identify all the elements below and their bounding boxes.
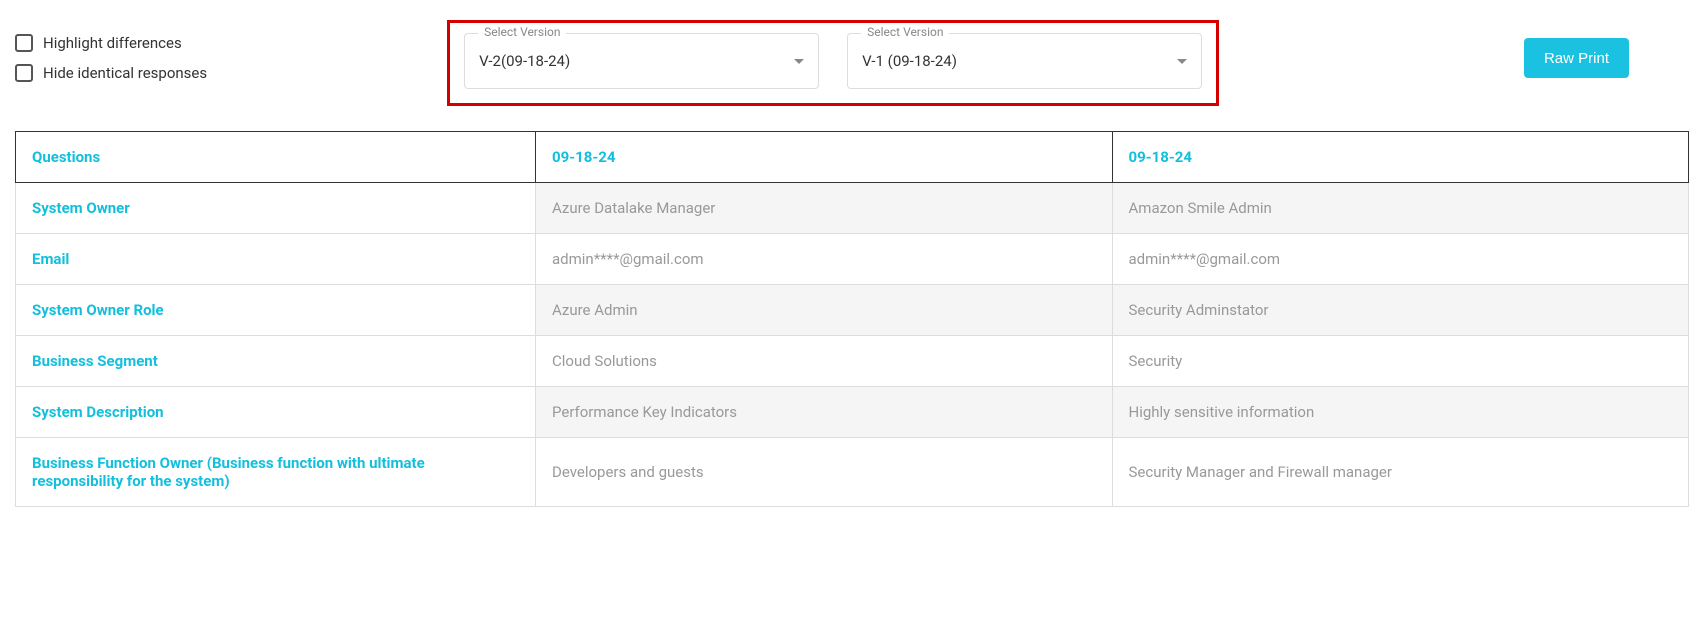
version-b-select[interactable]: V-1 (09-18-24) [847,33,1202,89]
value-a-cell: admin****@gmail.com [536,234,1113,285]
checkbox-icon [15,34,33,52]
hide-identical-label: Hide identical responses [43,64,207,82]
comparison-table-body: System Owner Azure Datalake Manager Amaz… [16,183,1689,507]
select-version-a-label: Select Version [478,25,566,39]
value-b-cell: Highly sensitive information [1112,387,1689,438]
header-version-a: 09-18-24 [536,132,1113,183]
version-a-value: V-2(09-18-24) [479,52,570,70]
value-b-cell: Amazon Smile Admin [1112,183,1689,234]
hide-identical-checkbox[interactable]: Hide identical responses [15,64,207,82]
raw-print-button[interactable]: Raw Print [1524,38,1629,78]
question-cell: System Owner [16,183,536,234]
value-a-cell: Azure Admin [536,285,1113,336]
value-a-cell: Developers and guests [536,438,1113,507]
table-row: Business Function Owner (Business functi… [16,438,1689,507]
value-a-cell: Cloud Solutions [536,336,1113,387]
version-a-select-field: Select Version V-2(09-18-24) [464,33,819,89]
version-a-select[interactable]: V-2(09-18-24) [464,33,819,89]
value-b-cell: Security Manager and Firewall manager [1112,438,1689,507]
highlight-differences-checkbox[interactable]: Highlight differences [15,34,207,52]
table-row: System Owner Azure Datalake Manager Amaz… [16,183,1689,234]
table-header-row: Questions 09-18-24 09-18-24 [16,132,1689,183]
header-questions: Questions [16,132,536,183]
version-b-value: V-1 (09-18-24) [862,52,957,70]
chevron-down-icon [794,59,804,64]
table-row: System Owner Role Azure Admin Security A… [16,285,1689,336]
display-options-group: Highlight differences Hide identical res… [15,20,207,82]
table-row: Business Segment Cloud Solutions Securit… [16,336,1689,387]
table-row: System Description Performance Key Indic… [16,387,1689,438]
chevron-down-icon [1177,59,1187,64]
checkbox-icon [15,64,33,82]
question-cell: System Owner Role [16,285,536,336]
question-cell: System Description [16,387,536,438]
select-version-b-label: Select Version [861,25,949,39]
value-b-cell: admin****@gmail.com [1112,234,1689,285]
highlight-differences-label: Highlight differences [43,34,182,52]
question-cell: Email [16,234,536,285]
value-a-cell: Performance Key Indicators [536,387,1113,438]
comparison-table: Questions 09-18-24 09-18-24 System Owner… [15,131,1689,507]
question-cell: Business Function Owner (Business functi… [16,438,536,507]
version-b-select-field: Select Version V-1 (09-18-24) [847,33,1202,89]
value-b-cell: Security Adminstator [1112,285,1689,336]
top-controls-row: Highlight differences Hide identical res… [15,20,1689,106]
value-a-cell: Azure Datalake Manager [536,183,1113,234]
header-version-b: 09-18-24 [1112,132,1689,183]
version-selectors-highlight: Select Version V-2(09-18-24) Select Vers… [447,20,1219,106]
value-b-cell: Security [1112,336,1689,387]
question-cell: Business Segment [16,336,536,387]
table-row: Email admin****@gmail.com admin****@gmai… [16,234,1689,285]
